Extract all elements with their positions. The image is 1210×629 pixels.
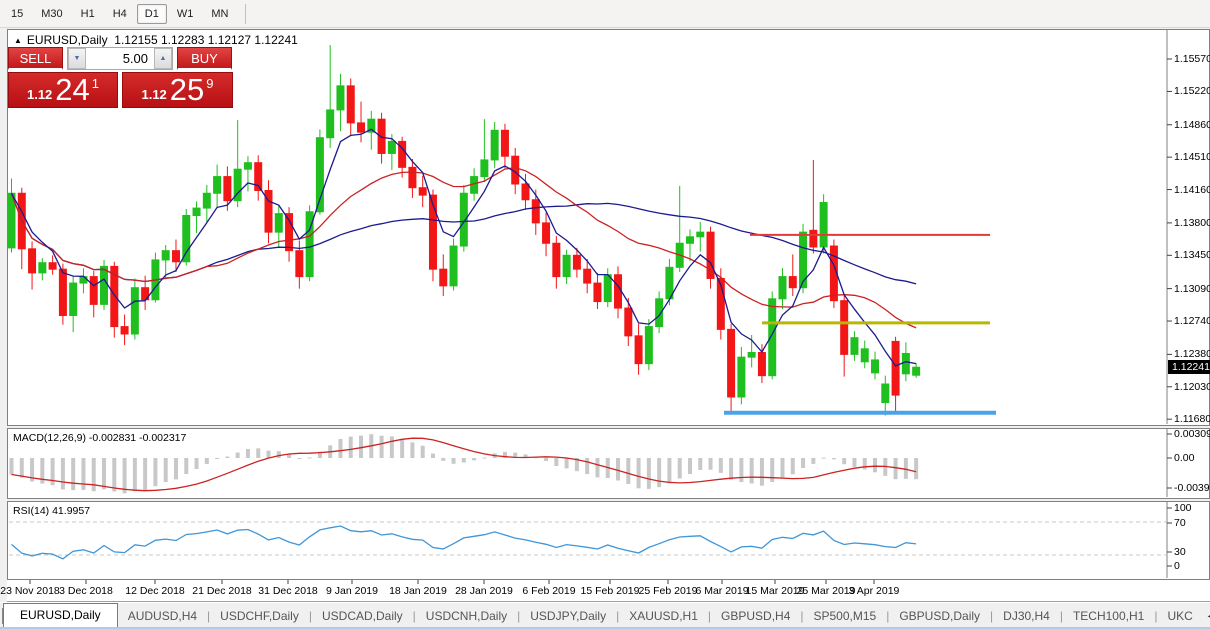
tab-audusd-h4[interactable]: AUDUSD,H4 xyxy=(118,605,207,627)
date-axis-label: 25 Mar 2019 xyxy=(797,585,856,597)
tab-usdcad-daily[interactable]: USDCAD,Daily xyxy=(312,605,413,627)
buy-button[interactable]: BUY xyxy=(177,47,232,70)
date-axis-label: 31 Dec 2018 xyxy=(258,585,318,597)
rsi-axis-label: 0 xyxy=(1174,560,1180,572)
rsi-indicator-label: RSI(14) 41.9957 xyxy=(13,505,90,517)
volume-stepper: ▼ ▲ xyxy=(67,47,173,70)
price-axis-label: 1.12740 xyxy=(1174,315,1210,327)
macd-panel[interactable] xyxy=(7,428,1210,499)
rsi-panel[interactable] xyxy=(7,501,1210,580)
date-axis-label: 12 Dec 2018 xyxy=(125,585,185,597)
tab-tech100-h1[interactable]: TECH100,H1 xyxy=(1063,605,1154,627)
buy-price-pip: 9 xyxy=(206,76,213,91)
tab-xauusd-h1[interactable]: XAUUSD,H1 xyxy=(619,605,708,627)
price-axis-label: 1.13090 xyxy=(1174,283,1210,295)
rsi-axis-label: 100 xyxy=(1174,502,1192,514)
timeframe-button-m30[interactable]: M30 xyxy=(33,4,70,24)
volume-increase-button[interactable]: ▲ xyxy=(154,48,172,69)
timeframe-toolbar: 15M30H1H4D1W1MN xyxy=(0,0,1210,28)
timeframe-button-h1[interactable]: H1 xyxy=(73,4,103,24)
volume-input[interactable] xyxy=(86,48,154,69)
date-axis-label: 25 Feb 2019 xyxy=(639,585,698,597)
rsi-axis-label: 30 xyxy=(1174,546,1186,558)
chart-tab-bar: EURUSD,DailyAUDUSD,H4|USDCHF,Daily|USDCA… xyxy=(0,602,1210,628)
buy-price-main: 25 xyxy=(170,76,204,104)
price-axis-label: 1.13800 xyxy=(1174,217,1210,229)
price-axis-label: 1.14510 xyxy=(1174,151,1210,163)
sell-price-pip: 1 xyxy=(92,76,99,91)
current-price-tag: 1.12241 xyxy=(1168,360,1210,374)
price-axis-label: 1.12380 xyxy=(1174,348,1210,360)
one-click-trading-widget: SELL ▼ ▲ BUY 1.12 24 1 1.12 25 9 xyxy=(8,47,233,108)
toolbar-separator xyxy=(245,4,246,24)
mt4-window: 15M30H1H4D1W1MN ▲ EURUSD,Daily 1.12155 1.… xyxy=(0,0,1210,629)
price-axis-label: 1.14860 xyxy=(1174,119,1210,131)
tab-usdchf-daily[interactable]: USDCHF,Daily xyxy=(210,605,309,627)
macd-axis-label: 0.003095 xyxy=(1174,428,1210,440)
tab-usdcnh-daily[interactable]: USDCNH,Daily xyxy=(416,605,517,627)
sell-price-main: 24 xyxy=(55,76,89,104)
price-axis-label: 1.15220 xyxy=(1174,85,1210,97)
tab-eurusd-daily[interactable]: EURUSD,Daily xyxy=(3,603,118,629)
tab-ukc[interactable]: UKC xyxy=(1157,605,1202,627)
chart-ohlc: 1.12155 1.12283 1.12127 1.12241 xyxy=(114,33,298,47)
price-axis-label: 1.15570 xyxy=(1174,53,1210,65)
date-axis-label: 23 Nov 2018 xyxy=(0,585,60,597)
up-triangle-icon: ▲ xyxy=(14,36,22,45)
date-axis-label: 3 Dec 2018 xyxy=(59,585,113,597)
rsi-axis-label: 70 xyxy=(1174,517,1186,529)
price-axis-label: 1.13450 xyxy=(1174,249,1210,261)
date-axis-label: 21 Dec 2018 xyxy=(192,585,252,597)
tab-scroll-left-icon[interactable]: ◄ xyxy=(1203,611,1210,621)
tab-gbpusd-h4[interactable]: GBPUSD,H4 xyxy=(711,605,800,627)
date-axis-label: 3 Apr 2019 xyxy=(849,585,900,597)
price-axis-label: 1.12030 xyxy=(1174,381,1210,393)
date-axis-label: 6 Feb 2019 xyxy=(522,585,575,597)
timeframe-button-15[interactable]: 15 xyxy=(3,4,31,24)
macd-axis-label: 0.00 xyxy=(1174,452,1194,464)
timeframe-button-d1[interactable]: D1 xyxy=(137,4,167,24)
date-axis-label: 9 Jan 2019 xyxy=(326,585,378,597)
macd-indicator-label: MACD(12,26,9) -0.002831 -0.002317 xyxy=(13,432,186,444)
tab-sp500-m15[interactable]: SP500,M15 xyxy=(804,605,887,627)
date-axis-label: 6 Mar 2019 xyxy=(695,585,748,597)
date-axis-label: 15 Feb 2019 xyxy=(581,585,640,597)
tab-usdjpy-daily[interactable]: USDJPY,Daily xyxy=(520,605,616,627)
timeframe-button-w1[interactable]: W1 xyxy=(169,4,202,24)
date-axis-label: 18 Jan 2019 xyxy=(389,585,447,597)
chart-symbol: EURUSD,Daily xyxy=(27,33,108,47)
sell-price-prefix: 1.12 xyxy=(27,87,52,102)
tab-dj30-h4[interactable]: DJ30,H4 xyxy=(993,605,1060,627)
timeframe-button-h4[interactable]: H4 xyxy=(105,4,135,24)
buy-price-prefix: 1.12 xyxy=(141,87,166,102)
timeframe-button-mn[interactable]: MN xyxy=(203,4,236,24)
date-axis-label: 28 Jan 2019 xyxy=(455,585,513,597)
sell-price-display[interactable]: 1.12 24 1 xyxy=(8,72,118,108)
macd-axis-label: -0.003947 xyxy=(1174,482,1210,494)
chart-title: ▲ EURUSD,Daily 1.12155 1.12283 1.12127 1.… xyxy=(14,33,298,47)
tab-gbpusd-daily[interactable]: GBPUSD,Daily xyxy=(889,605,990,627)
price-axis-label: 1.11680 xyxy=(1174,413,1210,425)
sell-button[interactable]: SELL xyxy=(8,47,63,70)
volume-decrease-button[interactable]: ▼ xyxy=(68,48,86,69)
price-axis-label: 1.14160 xyxy=(1174,184,1210,196)
buy-price-display[interactable]: 1.12 25 9 xyxy=(122,72,233,108)
